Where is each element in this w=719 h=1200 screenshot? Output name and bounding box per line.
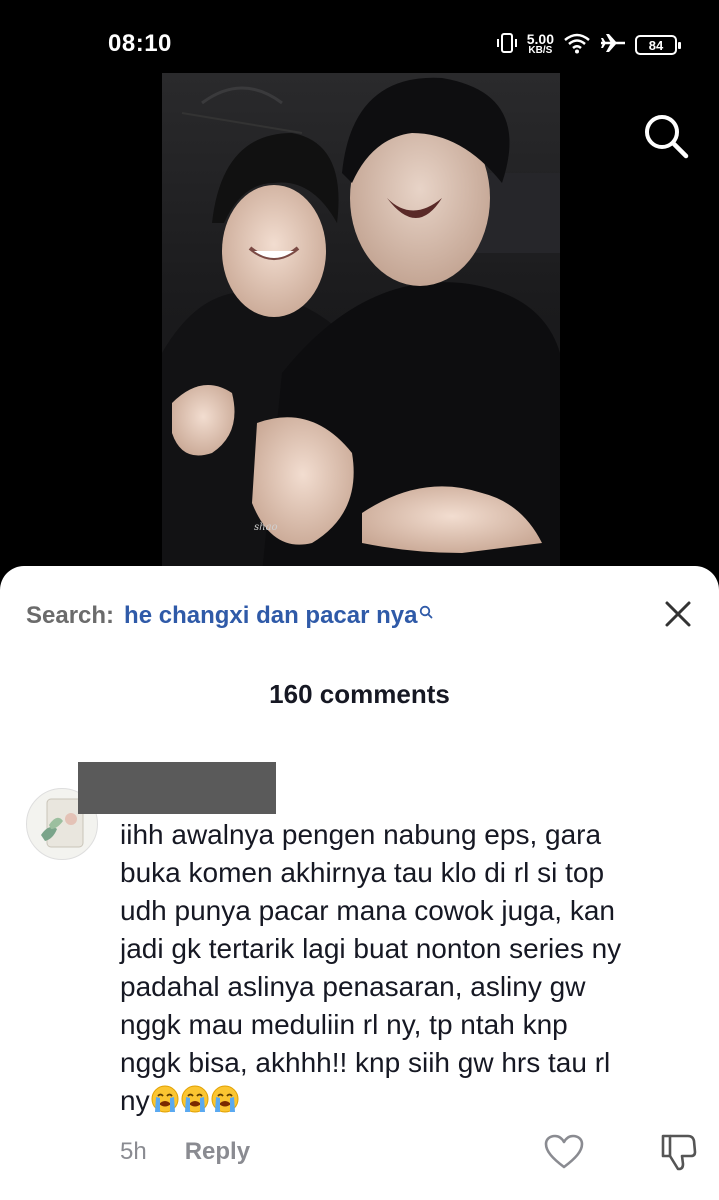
comment-count: 160 comments [269, 679, 450, 709]
username-redacted[interactable] [78, 762, 276, 814]
status-icons: 5.00 KB/S 84 [496, 30, 681, 60]
network-speed: 5.00 KB/S [526, 31, 554, 56]
search-icon[interactable] [640, 110, 692, 162]
comment-time: 5h [120, 1138, 147, 1165]
battery-icon: 84 [635, 35, 681, 55]
thumbs-down-icon[interactable] [658, 1132, 698, 1172]
wifi-icon [563, 32, 591, 59]
video-frame-illustration: shao [162, 77, 560, 573]
search-label: Search: [26, 602, 115, 629]
search-small-icon [419, 598, 433, 626]
comment-meta: 5h Reply [120, 1138, 250, 1166]
crying-emoji-icon [210, 1084, 240, 1124]
airplane-icon [600, 32, 626, 59]
reply-button[interactable]: Reply [185, 1138, 250, 1166]
network-speed-value: 5.00 [526, 31, 554, 47]
video-player[interactable]: shao [162, 73, 560, 573]
crying-emoji-icon [180, 1084, 210, 1124]
battery-level: 84 [648, 37, 664, 53]
close-icon[interactable] [662, 598, 694, 630]
vibrate-icon [496, 32, 518, 59]
search-query-link[interactable]: he changxi dan pacar nya [124, 602, 417, 630]
comment-text: iihh awalnya pengen nabung eps, gara buk… [120, 819, 622, 1116]
heart-outline-icon[interactable] [544, 1134, 584, 1170]
status-time: 08:10 [108, 30, 172, 57]
network-speed-unit: KB/S [528, 45, 553, 56]
video-comments-screen: 08:10 5.00 KB/S 84 shao Search: he chang… [0, 0, 719, 1200]
comment-body: iihh awalnya pengen nabung eps, gara buk… [120, 816, 700, 1124]
search-suggestion[interactable]: Search: he changxi dan pacar nya [26, 602, 433, 630]
comments-sheet: Search: he changxi dan pacar nya 160 com… [0, 566, 719, 1200]
video-watermark: shao [254, 522, 278, 533]
crying-emoji-icon [150, 1084, 180, 1124]
